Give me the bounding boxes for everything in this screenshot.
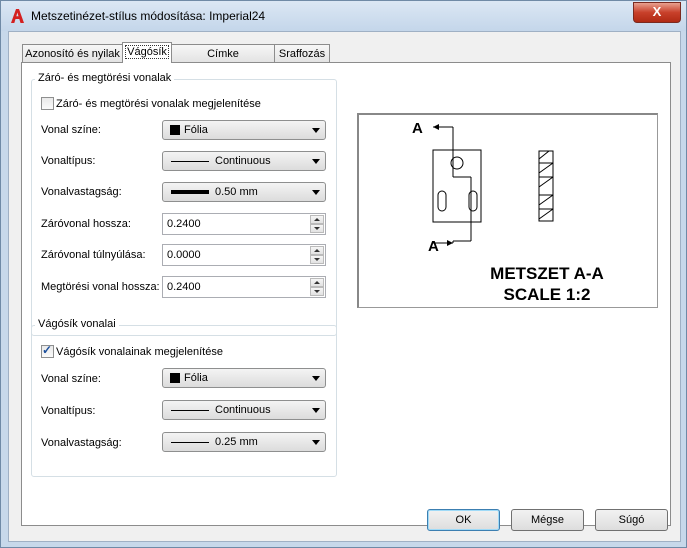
show-end-break-lines-checkbox[interactable] <box>41 97 54 110</box>
section-view-preview: A A METSZET A-A SCALE 1:2 <box>357 113 658 308</box>
tab-identifier-arrows[interactable]: Azonosító és nyilak <box>22 44 123 62</box>
title-bar: Metszetinézet-stílus módosítása: Imperia… <box>1 1 686 31</box>
dialog-window: Metszetinézet-stílus módosítása: Imperia… <box>0 0 687 548</box>
tab-cutting-plane[interactable]: Vágósík <box>122 42 172 63</box>
dialog-client-area: Azonosító és nyilak Vágósík Címke megjel… <box>8 31 681 542</box>
line-sample <box>171 442 209 443</box>
chevron-down-icon <box>312 408 320 413</box>
line-color-label: Vonal színe: <box>41 124 101 136</box>
tab-panel-cutting-plane: Záró- és megtörési vonalak Záró- és megt… <box>21 62 671 526</box>
linetype-select[interactable]: Continuous <box>162 151 326 171</box>
lineweight-label-2: Vonalvastagság: <box>41 437 122 449</box>
linetype-label: Vonaltípus: <box>41 155 96 167</box>
spin-up-button[interactable] <box>310 215 324 224</box>
window-title: Metszetinézet-stílus módosítása: Imperia… <box>31 9 266 23</box>
close-button[interactable]: X <box>633 2 681 23</box>
break-line-length-input[interactable]: 0.2400 <box>162 276 326 298</box>
cancel-button[interactable]: Mégse <box>511 509 584 531</box>
color-swatch <box>170 125 180 135</box>
show-end-break-lines-label: Záró- és megtörési vonalak megjelenítése <box>56 98 261 110</box>
spin-down-button[interactable] <box>310 255 324 264</box>
lineweight-select[interactable]: 0.50 mm <box>162 182 326 202</box>
end-line-length-label: Záróvonal hossza: <box>41 218 131 230</box>
preview-label-a-top: A <box>412 120 423 137</box>
color-swatch <box>170 373 180 383</box>
show-cutting-plane-lines-label: Vágósík vonalainak megjelenítése <box>56 346 223 358</box>
preview-caption-scale: SCALE 1:2 <box>504 285 591 304</box>
line-sample <box>171 190 209 194</box>
end-line-length-input[interactable]: 0.2400 <box>162 213 326 235</box>
linetype-label-2: Vonaltípus: <box>41 405 96 417</box>
end-line-overshoot-input[interactable]: 0.0000 <box>162 244 326 266</box>
line-color-select-2[interactable]: Fólia <box>162 368 326 388</box>
show-cutting-plane-lines-checkbox[interactable] <box>41 343 54 358</box>
lineweight-label: Vonalvastagság: <box>41 186 122 198</box>
group-title-end-break-lines: Záró- és megtörési vonalak <box>35 72 175 84</box>
tab-hatch[interactable]: Sraffozás <box>274 44 330 62</box>
line-color-label-2: Vonal színe: <box>41 373 101 385</box>
group-title-cutting-plane-lines: Vágósík vonalai <box>35 318 119 330</box>
ok-button[interactable]: OK <box>427 509 500 531</box>
chevron-down-icon <box>312 159 320 164</box>
lineweight-select-2[interactable]: 0.25 mm <box>162 432 326 452</box>
chevron-down-icon <box>312 190 320 195</box>
spin-up-button[interactable] <box>310 246 324 255</box>
preview-label-a-bottom: A <box>428 238 439 255</box>
line-color-select[interactable]: Fólia <box>162 120 326 140</box>
chevron-down-icon <box>312 440 320 445</box>
autocad-logo-icon <box>11 9 24 23</box>
tab-label-display[interactable]: Címke megjelenítése <box>171 44 275 78</box>
help-button[interactable]: Súgó <box>595 509 668 531</box>
spin-up-button[interactable] <box>310 278 324 287</box>
linetype-select-2[interactable]: Continuous <box>162 400 326 420</box>
spin-down-button[interactable] <box>310 224 324 233</box>
end-line-overshoot-label: Záróvonal túlnyúlása: <box>41 249 146 261</box>
chevron-down-icon <box>312 128 320 133</box>
chevron-down-icon <box>312 376 320 381</box>
preview-caption-title: METSZET A-A <box>490 264 604 283</box>
spin-down-button[interactable] <box>310 287 324 296</box>
line-sample <box>171 410 209 411</box>
line-sample <box>171 161 209 162</box>
preview-drawing: A A METSZET A-A SCALE 1:2 <box>412 120 604 304</box>
break-line-length-label: Megtörési vonal hossza: <box>41 281 160 293</box>
